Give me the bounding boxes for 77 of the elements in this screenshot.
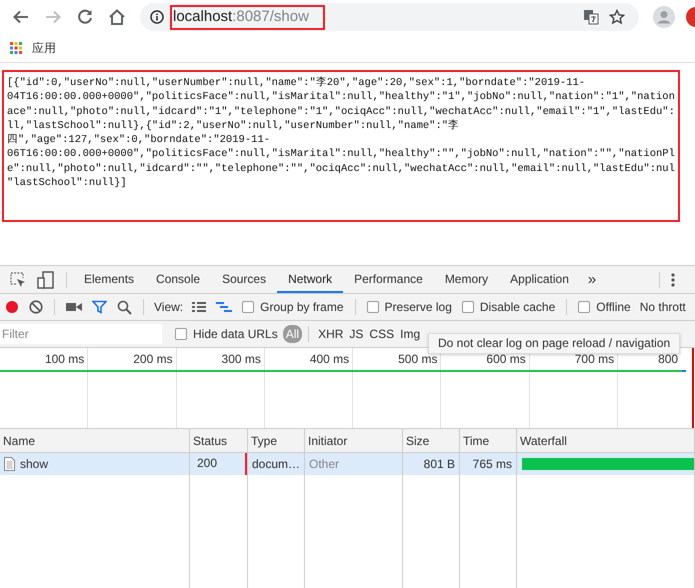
timeline-tick-label: 400 ms (310, 352, 350, 366)
checkbox-option[interactable]: Group by frame (242, 300, 344, 314)
camera-icon[interactable] (66, 301, 82, 313)
json-text-line: [{"id":0,"userNo":null,"userNumber":null,"name":"李20","age":20,"sex":1,"borndate":"2019-11- (7, 76, 586, 90)
column-header[interactable]: Name (0, 429, 190, 453)
home-icon[interactable] (108, 8, 126, 26)
throttling-dropdown[interactable]: No thrott (640, 300, 686, 314)
column-header[interactable]: Size (403, 429, 460, 453)
tooltip: Do not clear log on page reload / navigation (428, 333, 680, 354)
filter-field[interactable]: Filter (0, 324, 162, 344)
request-name[interactable]: show (20, 457, 48, 471)
table-cell: 765 ms (472, 457, 512, 471)
back-icon[interactable] (12, 8, 30, 26)
devtools-tab[interactable]: Elements (73, 266, 146, 293)
address-bar[interactable]: localhost:8087/show (140, 3, 639, 31)
table-cell: docum… (252, 457, 300, 471)
json-text-line: 04T16:00:00.000+0000","politicsFace":null,"isMarital":null,"healthy":"1","jobNo":null,"nation":"1","nation (7, 90, 676, 105)
column-header[interactable]: Type (248, 429, 305, 453)
column-header[interactable]: Initiator (305, 429, 403, 453)
star-icon[interactable] (609, 9, 625, 25)
table-cell: Other (309, 457, 340, 471)
checkbox[interactable] (175, 328, 187, 340)
type-filter-button[interactable]: XHR (315, 325, 346, 343)
type-filter-button[interactable]: JS (346, 325, 366, 343)
extension-icon[interactable] (685, 6, 695, 28)
translate-icon[interactable] (583, 9, 599, 25)
view-label: View: (154, 300, 184, 314)
devtools-tab[interactable]: Console (145, 266, 212, 293)
timeline-tick-label: 700 ms (574, 352, 614, 366)
type-filter-button[interactable]: CSS (366, 325, 398, 343)
waterfall-view-icon[interactable] (216, 301, 232, 313)
json-text-line: 四","age":127,"sex":0,"borndate":"2019-11- (7, 133, 272, 148)
inspect-icon[interactable] (9, 270, 27, 288)
devtools-tab[interactable]: Performance (343, 266, 434, 293)
timeline-tick-label: 100 ms (44, 352, 84, 366)
url-host: localhost (173, 8, 232, 24)
checkbox-option[interactable]: Offline (578, 300, 631, 314)
checkbox-option[interactable]: Hide data URLs (175, 327, 278, 341)
json-text-line: ace":null,"photo":null,"idcard":"1","telephone":"1","ociqAcc":null,"wechatAcc":null,"email":"1","lastEdu": (7, 104, 676, 119)
devtools-tab[interactable]: Memory (434, 266, 500, 293)
filter-icon[interactable] (92, 300, 107, 314)
bookmark-item[interactable]: 应用 (10, 40, 56, 56)
timeline-tick-label: 600 ms (486, 352, 526, 366)
checkbox-option[interactable]: Disable cache (462, 300, 556, 314)
url-path: :8087/show (232, 8, 309, 24)
timeline-tick-label: 200 ms (133, 352, 173, 366)
apps-grid-icon (10, 42, 23, 54)
record-icon[interactable] (5, 300, 19, 314)
list-view-icon[interactable] (192, 301, 206, 313)
device-icon[interactable] (37, 270, 55, 288)
avatar-icon[interactable] (653, 6, 675, 28)
search-icon[interactable] (117, 300, 132, 314)
checkbox[interactable] (242, 301, 254, 313)
json-text-line: ll,"lastSchool":null},{"id":2,"userNo":null,"userNumber":null,"name":"李 (7, 118, 460, 134)
reload-icon[interactable] (76, 8, 94, 26)
clear-icon[interactable] (29, 300, 43, 314)
timeline-tick-label: 300 ms (222, 352, 261, 366)
json-text-line: e":null,"photo":null,"idcard":"","telephone":"","ociqAcc":null,"wechatAcc":null,"email":null,"lastEdu":nul (7, 162, 676, 176)
more-tabs-button[interactable]: » (580, 271, 604, 288)
devtools-tab[interactable]: Sources (211, 266, 278, 293)
table-cell: 801 B (424, 457, 455, 471)
column-header[interactable]: Waterfall (517, 429, 695, 453)
file-icon (4, 457, 15, 471)
info-icon[interactable] (150, 10, 164, 24)
devtools-tab[interactable]: Application (499, 266, 580, 293)
checkbox[interactable] (578, 301, 590, 313)
column-header[interactable]: Status (190, 429, 248, 453)
menu-icon[interactable] (671, 272, 675, 286)
timeline-tick-label: 500 ms (398, 352, 438, 366)
column-header[interactable]: Time (460, 429, 517, 453)
checkbox[interactable] (462, 301, 474, 313)
type-filter-button[interactable]: Img (397, 325, 424, 343)
checkbox[interactable] (366, 301, 379, 313)
timeline-tick-label: 800 (658, 352, 678, 366)
json-text-line: 06T16:00:00.000+0000","politicsFace":null,"isMarital":null,"healthy":"","jobNo":null,"nation":"","nationPl (7, 147, 676, 162)
json-text-line: "lastSchool":null}] (7, 176, 128, 190)
checkbox-option[interactable]: Preserve log (366, 300, 452, 314)
